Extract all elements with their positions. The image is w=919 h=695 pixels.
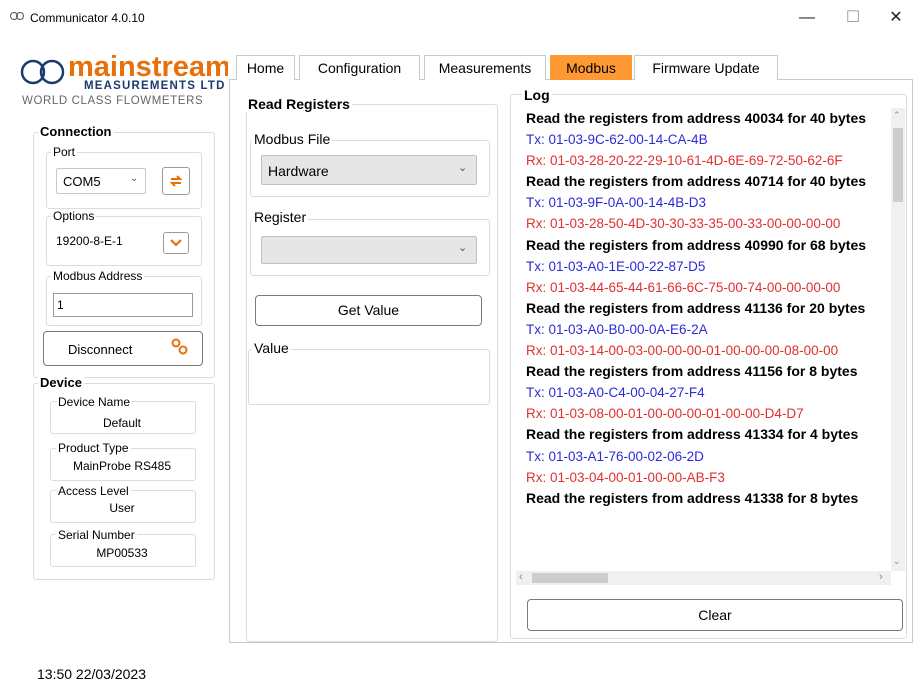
chevron-down-icon: ⌄ — [458, 242, 468, 254]
device-title: Device — [38, 375, 84, 390]
product-type-value: MainProbe RS485 — [72, 459, 172, 473]
register-label: Register — [252, 209, 309, 225]
connection-title: Connection — [38, 124, 114, 139]
options-label: Options — [51, 209, 97, 223]
app-icon — [10, 12, 24, 20]
log-entry-read: Read the registers from address 41334 fo… — [526, 426, 859, 443]
device-name-label: Device Name — [56, 395, 133, 409]
tab-modbus[interactable]: Modbus — [550, 55, 632, 80]
log-entry-read: Read the registers from address 40714 fo… — [526, 173, 867, 190]
modbus-file-label: Modbus File — [252, 131, 333, 147]
chevron-down-icon: ⌄ — [458, 162, 468, 174]
log-entry-read: Read the registers from address 40034 fo… — [526, 110, 867, 126]
clear-log-button[interactable]: Clear — [527, 599, 903, 631]
log-entry-tx: Tx: 01-03-A0-1E-00-22-87-D5 — [526, 258, 706, 274]
minimize-button[interactable]: — — [784, 4, 830, 32]
tab-home[interactable]: Home — [236, 55, 295, 80]
get-value-button[interactable]: Get Value — [255, 295, 482, 326]
serial-number-label: Serial Number — [56, 528, 137, 542]
window-title: Communicator 4.0.10 — [30, 11, 145, 25]
options-dropdown-button[interactable] — [163, 232, 189, 254]
log-entry-tx: Tx: 01-03-A1-76-00-02-06-2D — [526, 448, 704, 464]
scroll-right-icon[interactable]: › — [879, 571, 883, 583]
refresh-ports-button[interactable] — [162, 167, 190, 195]
scroll-left-icon[interactable]: ‹ — [519, 571, 523, 583]
modbus-file-value: Hardware — [268, 163, 329, 179]
log-entry-rx: Rx: 01-03-14-00-03-00-00-00-01-00-00-00-… — [526, 343, 839, 359]
log-entry-read: Read the registers from address 41136 fo… — [526, 299, 866, 316]
access-level-value: User — [109, 501, 135, 515]
access-level-label: Access Level — [56, 484, 131, 498]
tab-firmware-update[interactable]: Firmware Update — [634, 55, 778, 80]
log-entry-rx: Rx: 01-03-28-20-22-29-10-61-4D-6E-69-72-… — [526, 153, 843, 169]
port-value: COM5 — [63, 174, 101, 189]
log-vertical-scroll-thumb[interactable] — [893, 128, 903, 202]
scroll-up-icon[interactable]: ⌃ — [893, 110, 901, 121]
log-entry-tx: Tx: 01-03-9C-62-00-14-CA-4B — [526, 132, 708, 148]
value-label: Value — [252, 340, 291, 356]
logo-brand: mainstream — [68, 52, 228, 83]
close-button[interactable]: ✕ — [873, 4, 919, 32]
log-entry-tx: Tx: 01-03-A0-C4-00-04-27-F4 — [526, 385, 705, 401]
logo-subtitle: MEASUREMENTS LTD — [84, 80, 226, 92]
read-registers-title: Read Registers — [246, 96, 352, 112]
value-group — [248, 349, 490, 405]
register-select[interactable]: ⌄ — [261, 236, 477, 264]
options-value: 19200-8-E-1 — [56, 234, 123, 248]
product-type-label: Product Type — [56, 441, 131, 455]
maximize-button[interactable]: ☐ — [830, 4, 876, 32]
log-list[interactable]: Read the registers from address 40034 fo… — [516, 108, 892, 571]
log-entry-rx: Rx: 01-03-04-00-01-00-00-AB-F3 — [526, 469, 725, 485]
tab-configuration[interactable]: Configuration — [299, 55, 420, 80]
log-entry-rx: Rx: 01-03-28-50-4D-30-30-33-35-00-33-00-… — [526, 216, 841, 232]
log-horizontal-scroll-thumb[interactable] — [532, 573, 608, 583]
logo-tagline: WORLD CLASS FLOWMETERS — [22, 95, 204, 107]
log-entry-tx: Tx: 01-03-9F-0A-00-14-4B-D3 — [526, 195, 707, 211]
modbus-address-label: Modbus Address — [51, 269, 145, 283]
logo-mark: mainstream MEASUREMENTS LTD — [20, 51, 231, 92]
chevron-down-icon: ⌄ — [130, 173, 139, 184]
modbus-address-value: 1 — [57, 298, 64, 312]
log-entry-read: Read the registers from address 40990 fo… — [526, 236, 867, 253]
status-time: 13:50 22/03/2023 — [37, 666, 146, 682]
log-entry-rx: Rx: 01-03-44-65-44-61-66-6C-75-00-74-00-… — [526, 279, 841, 295]
log-entry-rx: Rx: 01-03-08-00-01-00-00-00-01-00-00-D4-… — [526, 406, 804, 422]
device-name-value: Default — [102, 416, 142, 430]
log-entry-read: Read the registers from address 41156 fo… — [526, 363, 858, 380]
tab-measurements[interactable]: Measurements — [424, 55, 546, 80]
log-entry-read: Read the registers from address 41338 fo… — [526, 489, 859, 506]
log-entry-tx: Tx: 01-03-A0-B0-00-0A-E6-2A — [526, 321, 708, 337]
chevron-down-icon — [170, 239, 182, 247]
unlink-icon — [171, 338, 188, 355]
disconnect-button[interactable]: Disconnect — [43, 331, 203, 366]
log-title: Log — [522, 87, 552, 103]
port-label: Port — [51, 145, 78, 159]
company-logo: mainstream MEASUREMENTS LTD — [18, 51, 231, 118]
scroll-down-icon[interactable]: ⌄ — [893, 556, 901, 567]
serial-number-value: MP00533 — [96, 546, 148, 560]
refresh-icon — [169, 175, 183, 187]
port-select[interactable]: COM5 ⌄ — [56, 168, 146, 194]
modbus-file-select[interactable]: Hardware ⌄ — [261, 155, 477, 185]
modbus-address-input[interactable]: 1 — [53, 293, 193, 317]
disconnect-label: Disconnect — [68, 342, 133, 357]
